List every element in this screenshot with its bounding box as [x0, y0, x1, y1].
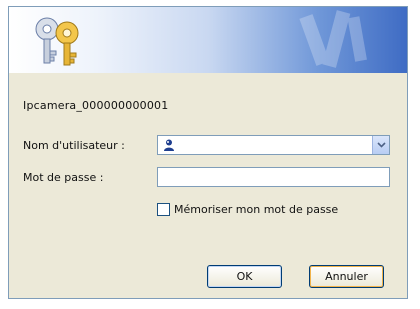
remember-password-checkbox[interactable]: [157, 203, 170, 216]
cancel-button[interactable]: Annuler: [309, 265, 384, 288]
host-label: Ipcamera_000000000001: [23, 99, 169, 112]
user-icon: [164, 139, 174, 151]
password-field[interactable]: [157, 167, 390, 187]
username-label: Nom d'utilisateur :: [23, 139, 125, 152]
username-dropdown-button[interactable]: [372, 136, 389, 154]
keys-icon: [35, 17, 79, 66]
remember-password-option[interactable]: Mémoriser mon mot de passe: [157, 203, 338, 216]
ok-button[interactable]: OK: [207, 265, 282, 288]
login-dialog: Ipcamera_000000000001 Nom d'utilisateur …: [8, 6, 408, 299]
remember-password-label: Mémoriser mon mot de passe: [174, 203, 339, 216]
dialog-banner: [9, 7, 407, 73]
password-label: Mot de passe :: [23, 171, 104, 184]
username-combobox[interactable]: [157, 135, 390, 155]
chevron-down-icon: [376, 142, 386, 148]
